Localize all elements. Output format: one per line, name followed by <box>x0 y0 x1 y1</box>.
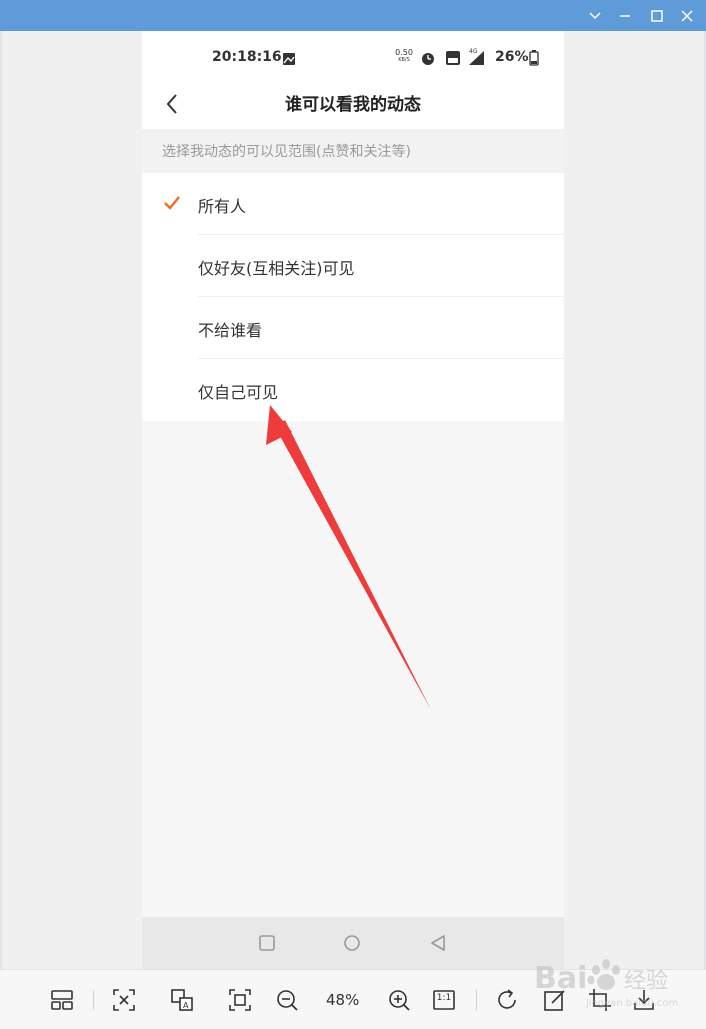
option-label: 仅自己可见 <box>198 383 279 402</box>
section-header-text: 选择我动态的可以见范围(点赞和关注等) <box>162 144 411 160</box>
status-bar: 20:18:16 0.50 KB/S 4G 26% <box>142 31 564 83</box>
alarm-icon <box>420 50 436 70</box>
actual-size-button[interactable]: 1:1 <box>432 988 456 1012</box>
section-header: 选择我动态的可以见范围(点赞和关注等) <box>142 129 564 173</box>
status-time: 20:18:16 <box>212 49 282 65</box>
chevron-down-icon[interactable] <box>585 6 605 26</box>
baidu-jingyan-watermark: Bai 经验 jingyan.baidu.com <box>534 959 678 1009</box>
window-titlebar <box>0 0 706 31</box>
recents-icon[interactable] <box>258 934 276 956</box>
toolbar-separator <box>476 990 477 1010</box>
option-hide-from[interactable]: 不给谁看 <box>142 297 564 359</box>
option-label: 仅好友(互相关注)可见 <box>198 259 355 278</box>
page-title: 谁可以看我的动态 <box>285 95 421 115</box>
fit-screen-icon[interactable] <box>228 988 252 1012</box>
translate-icon[interactable]: A <box>170 988 194 1012</box>
toolbar-separator <box>93 990 94 1010</box>
net-speed: 0.50 KB/S <box>395 48 413 63</box>
volte-icon <box>445 50 461 70</box>
svg-text:经验: 经验 <box>624 969 668 994</box>
android-nav-bar <box>142 917 564 969</box>
home-icon[interactable] <box>343 934 361 956</box>
battery-percent: 26% <box>495 49 529 65</box>
zoom-level: 48% <box>326 991 360 1009</box>
signal-icon: 4G <box>466 48 486 70</box>
svg-text:jingyan.baidu.com: jingyan.baidu.com <box>585 998 678 1009</box>
zoom-in-icon[interactable] <box>387 988 411 1012</box>
window-left-edge <box>0 31 2 997</box>
maximize-icon[interactable] <box>647 6 667 26</box>
app-bar: 谁可以看我的动态 <box>142 83 564 129</box>
back-nav-icon[interactable] <box>429 934 447 956</box>
layout-icon[interactable] <box>50 988 74 1012</box>
checkmark-icon <box>162 193 182 217</box>
option-only-me[interactable]: 仅自己可见 <box>142 359 564 421</box>
close-icon[interactable] <box>677 6 697 26</box>
minimize-icon[interactable] <box>615 6 635 26</box>
phone-screen: 20:18:16 0.50 KB/S 4G 26% 谁可以看我的动态 选择我动态… <box>142 31 564 969</box>
battery-icon <box>529 50 539 70</box>
option-friends-only[interactable]: 仅好友(互相关注)可见 <box>142 235 564 297</box>
rotate-icon[interactable] <box>495 988 519 1012</box>
svg-text:Bai: Bai <box>534 961 587 996</box>
ocr-text-icon[interactable] <box>112 988 136 1012</box>
visibility-options: 所有人 仅好友(互相关注)可见 不给谁看 仅自己可见 <box>142 173 564 421</box>
option-label: 不给谁看 <box>198 321 263 340</box>
option-label: 所有人 <box>198 197 247 216</box>
option-everyone[interactable]: 所有人 <box>142 173 564 235</box>
svg-text:A: A <box>183 1001 189 1010</box>
zoom-out-icon[interactable] <box>275 988 299 1012</box>
gallery-icon <box>282 51 296 70</box>
